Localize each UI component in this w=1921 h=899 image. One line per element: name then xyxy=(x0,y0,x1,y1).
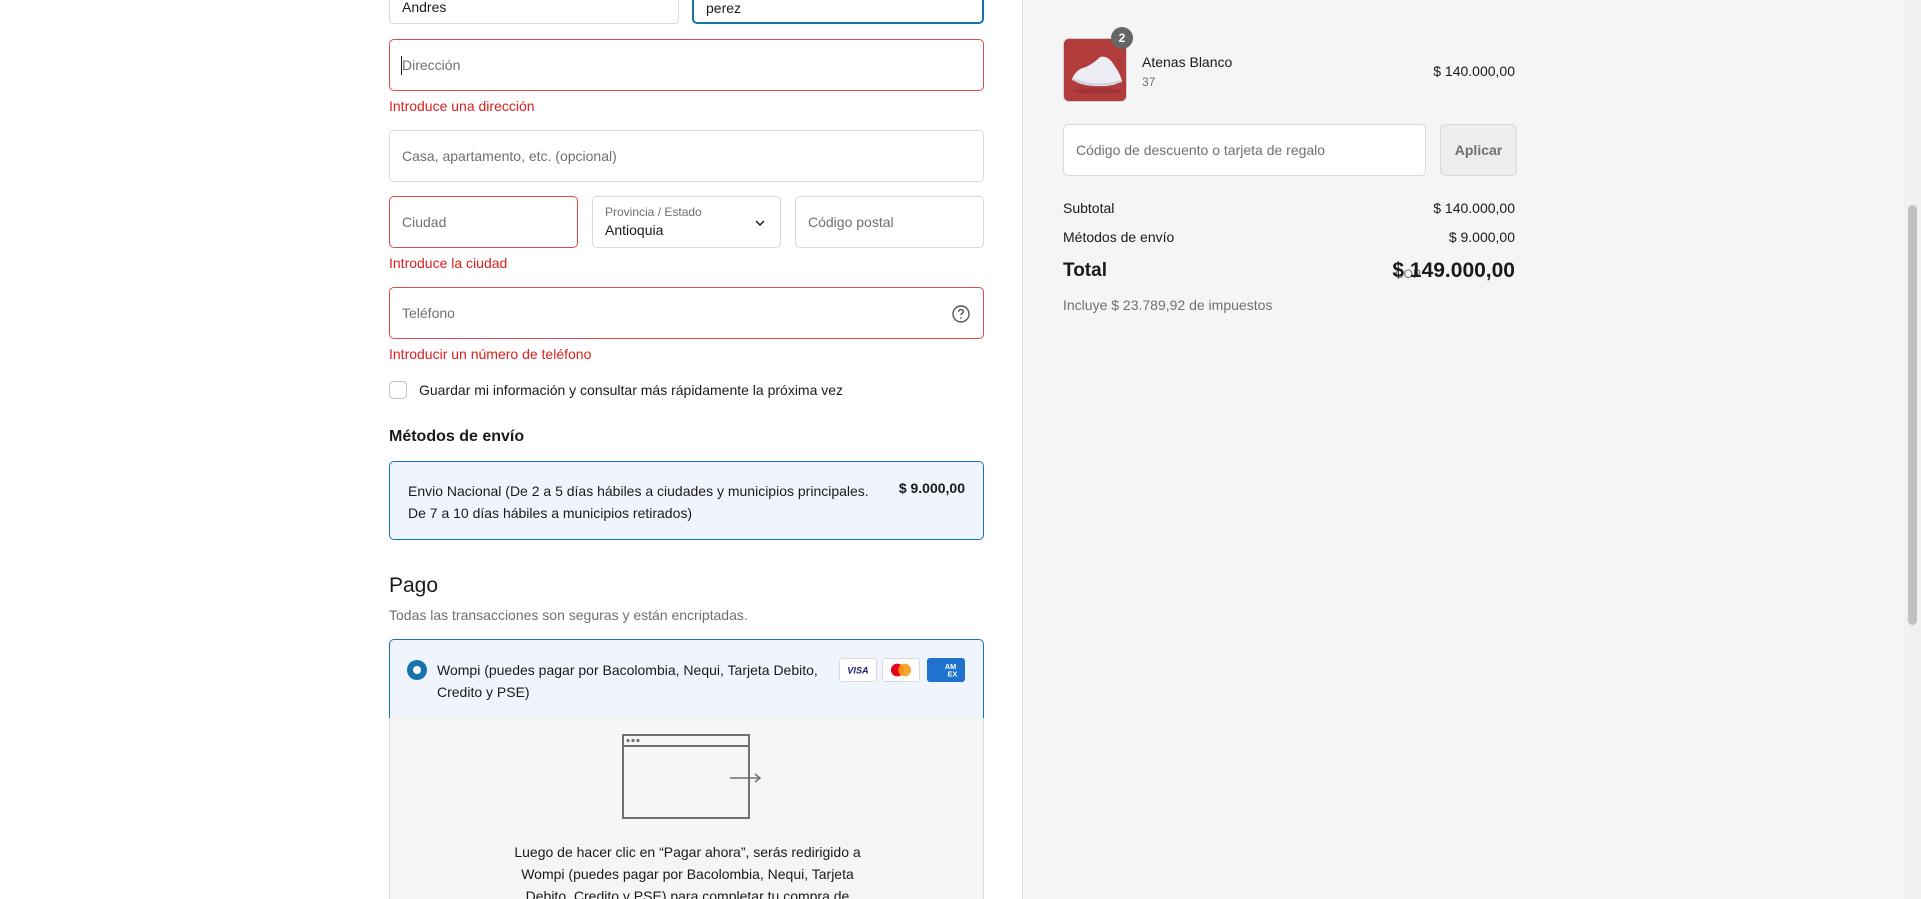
payment-option-wompi[interactable]: Wompi (puedes pagar por Bacolombia, Nequ… xyxy=(389,639,984,719)
address-input[interactable]: Dirección xyxy=(389,39,984,91)
scrollbar-thumb[interactable] xyxy=(1908,205,1917,625)
shipping-heading: Métodos de envío xyxy=(389,428,525,445)
payment-subtitle: Todas las transacciones son seguras y es… xyxy=(389,607,748,623)
last-name-field[interactable]: perez xyxy=(692,0,984,24)
total-value: $ 149.000,00 xyxy=(1392,259,1515,282)
visa-logo-svg: VISA xyxy=(847,666,868,676)
product-name: Atenas Blanco xyxy=(1142,54,1233,70)
phone-input[interactable]: Teléfono xyxy=(389,287,984,339)
save-info-label[interactable]: Guardar mi información y consultar más r… xyxy=(419,382,843,398)
first-name-value: Andres xyxy=(402,0,447,15)
shipping-option-price: $ 9.000,00 xyxy=(898,480,965,496)
shipping-summary-label: Métodos de envío xyxy=(1063,229,1175,245)
product-price: $ 140.000,00 xyxy=(1433,63,1515,79)
discount-code-placeholder: Código de descuento o tarjeta de regalo xyxy=(1076,142,1326,158)
save-info-checkbox[interactable] xyxy=(389,381,407,399)
checkout-form-panel: Andres perez Dirección Introduce una dir… xyxy=(0,0,1022,899)
tax-note: Incluye $ 23.789,92 de impuestos xyxy=(1063,297,1273,313)
apartment-placeholder: Casa, apartamento, etc. (opcional) xyxy=(402,148,617,164)
phone-placeholder: Teléfono xyxy=(402,305,455,321)
apartment-input[interactable]: Casa, apartamento, etc. (opcional) xyxy=(389,130,984,182)
apply-discount-button[interactable]: Aplicar xyxy=(1440,124,1517,176)
city-error: Introduce la ciudad xyxy=(389,255,508,271)
total-label: Total xyxy=(1063,260,1107,281)
order-summary-panel: 2 Atenas Blanco 37 $ 140.000,00 Código d… xyxy=(1022,0,1921,899)
payment-radio-selected[interactable] xyxy=(407,660,427,680)
subtotal-label: Subtotal xyxy=(1063,200,1115,216)
mastercard-logo-svg xyxy=(890,663,912,677)
shipping-summary-value: $ 9.000,00 xyxy=(1448,229,1515,245)
discount-code-input[interactable]: Código de descuento o tarjeta de regalo xyxy=(1063,124,1426,176)
page-scrollbar[interactable] xyxy=(1904,0,1921,899)
address-error: Introduce una dirección xyxy=(389,98,535,114)
payment-option-label: Wompi (puedes pagar por Bacolombia, Nequ… xyxy=(437,662,818,700)
help-circle-icon[interactable] xyxy=(951,304,971,324)
payment-heading: Pago xyxy=(389,574,439,597)
city-input[interactable]: Ciudad xyxy=(389,196,578,248)
chevron-down-icon xyxy=(755,220,765,227)
product-variant: 37 xyxy=(1142,75,1156,89)
phone-error: Introducir un número de teléfono xyxy=(389,346,592,362)
postal-code-input[interactable]: Código postal xyxy=(795,196,984,248)
quantity-badge: 2 xyxy=(1111,27,1133,49)
visa-icon: VISA xyxy=(839,658,877,682)
amex-logo-svg: AM EX xyxy=(945,662,958,678)
mastercard-icon xyxy=(882,658,920,682)
amex-icon: AM EX xyxy=(927,658,965,682)
province-value: Antioquia xyxy=(605,222,664,238)
checkout-page: Andres perez Dirección Introduce una dir… xyxy=(0,0,1921,899)
province-label: Provincia / Estado xyxy=(605,205,702,219)
svg-text:EX: EX xyxy=(948,669,958,678)
payment-redirect-text: Luego de hacer clic en “Pagar ahora”, se… xyxy=(514,844,861,899)
first-name-field[interactable]: Andres xyxy=(389,0,679,24)
visa-wordmark: VISA xyxy=(847,666,868,676)
postal-code-placeholder: Código postal xyxy=(808,214,894,230)
subtotal-value: $ 140.000,00 xyxy=(1433,200,1515,216)
payment-redirect-panel: Luego de hacer clic en “Pagar ahora”, se… xyxy=(389,718,984,899)
address-placeholder: Dirección xyxy=(402,57,461,73)
browser-redirect-icon xyxy=(622,734,762,819)
shipping-option[interactable]: Envio Nacional (De 2 a 5 días hábiles a … xyxy=(389,461,984,540)
city-placeholder: Ciudad xyxy=(402,214,447,230)
shipping-option-description: Envio Nacional (De 2 a 5 días hábiles a … xyxy=(408,483,869,521)
province-select[interactable]: Provincia / Estado Antioquia xyxy=(592,196,781,248)
last-name-value: perez xyxy=(706,0,742,16)
